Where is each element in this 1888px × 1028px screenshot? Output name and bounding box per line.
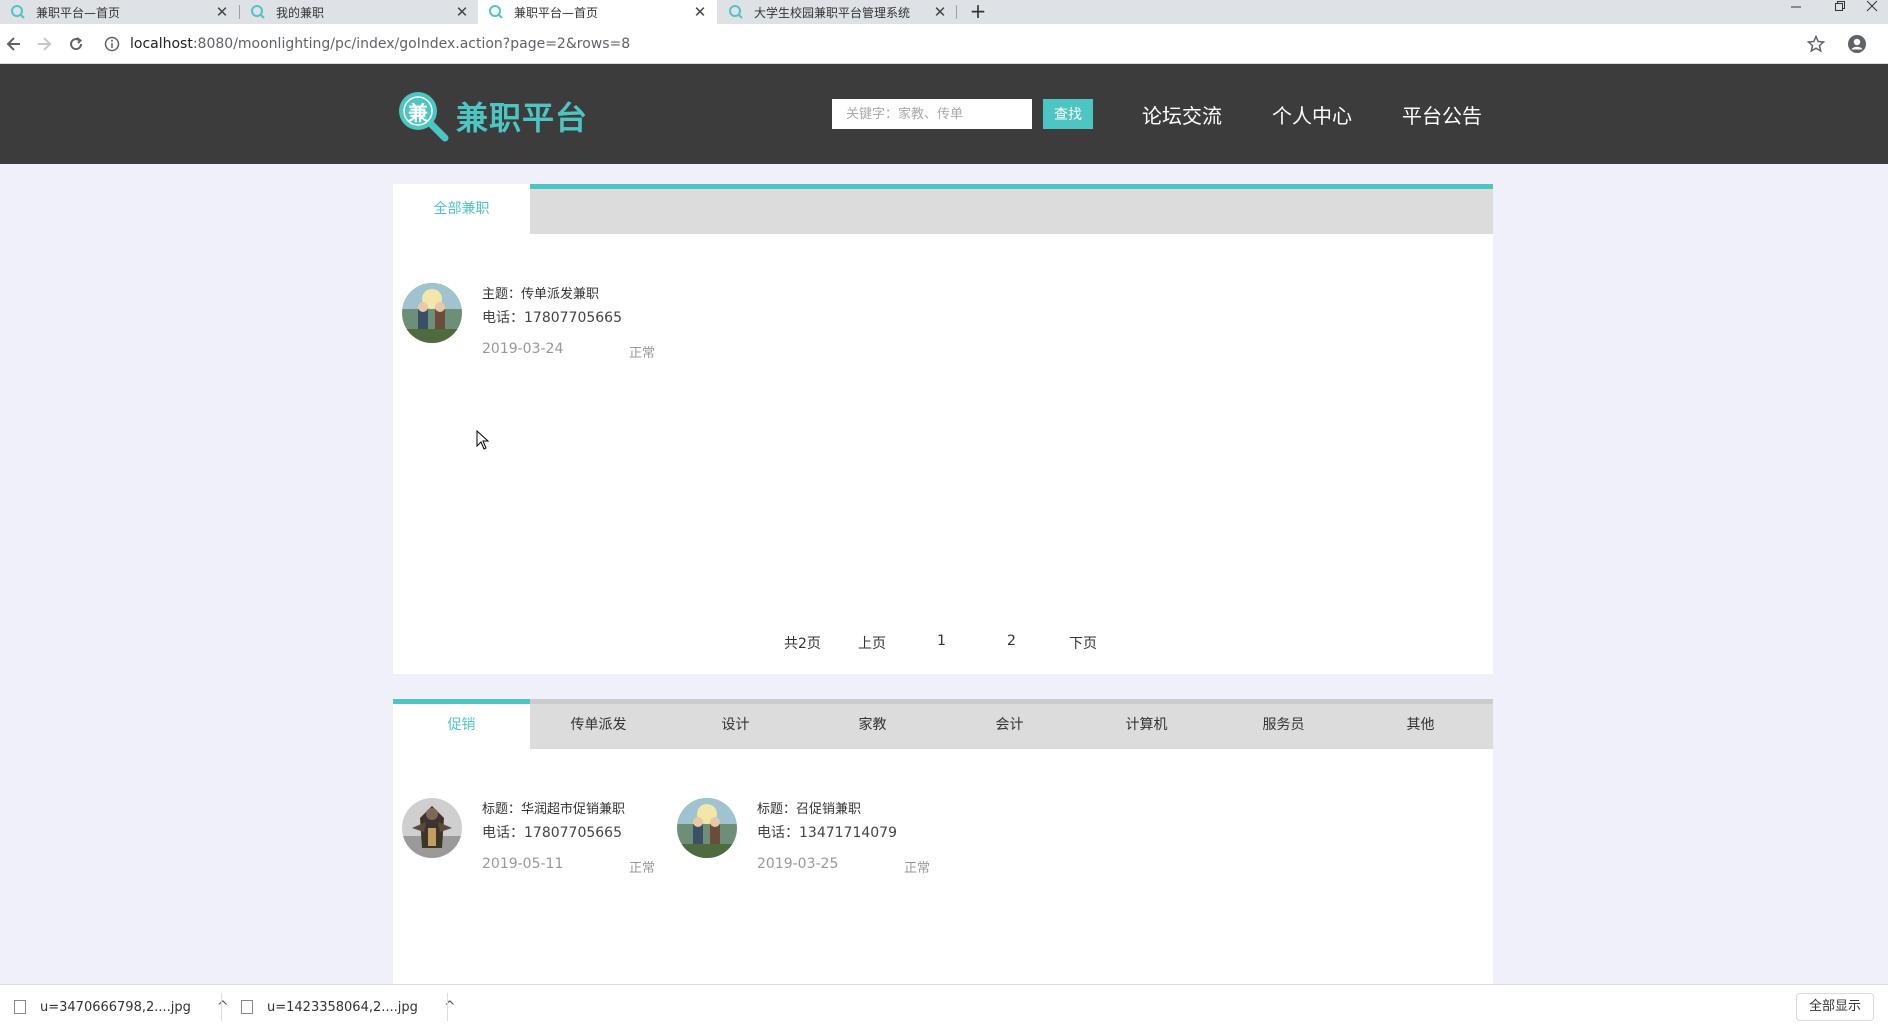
search-icon xyxy=(11,5,25,19)
tab-promotion[interactable]: 促销 xyxy=(393,699,530,749)
forward-icon[interactable] xyxy=(32,32,56,56)
nav-announcements[interactable]: 平台公告 xyxy=(1402,100,1482,129)
search-input[interactable] xyxy=(832,99,1032,129)
info-icon[interactable] xyxy=(102,34,122,54)
file-icon xyxy=(14,1000,26,1014)
browser-tab-1[interactable]: 兼职平台—首页 ✕ xyxy=(0,0,239,24)
tab-title: 兼职平台—首页 xyxy=(36,5,121,20)
pager-prev[interactable]: 上页 xyxy=(858,633,886,653)
job-title[interactable]: 主题：传单派发兼职 xyxy=(482,283,599,302)
download-divider xyxy=(221,993,222,1021)
download-item-1[interactable]: u=3470666798,2....jpg ^ xyxy=(14,985,229,1028)
logo-glyph: 兼 xyxy=(408,101,428,125)
browser-tab-2[interactable]: 我的兼职 ✕ xyxy=(240,0,479,24)
site-logo[interactable]: 兼 兼职平台 xyxy=(396,89,588,143)
job-avatar xyxy=(402,798,462,858)
tab-all-jobs[interactable]: 全部兼职 xyxy=(393,184,530,234)
pager-next[interactable]: 下页 xyxy=(1069,633,1097,653)
download-item-2[interactable]: u=1423358064,2....jpg ^ xyxy=(241,985,456,1028)
job-phone: 电话：17807705665 xyxy=(482,310,622,326)
mouse-cursor-icon xyxy=(476,430,490,450)
all-jobs-panel: 全部兼职 主题：传单派发兼职 电话：17807705665 2019-03-24… xyxy=(393,184,1493,674)
site-header: 兼 兼职平台 查找 论坛交流 个人中心 平台公告 xyxy=(0,64,1888,164)
reload-icon[interactable] xyxy=(64,32,88,56)
job-status: 正常 xyxy=(629,861,656,876)
search-icon xyxy=(489,5,503,19)
job-status: 正常 xyxy=(629,346,656,361)
download-divider xyxy=(447,993,448,1021)
tab-flyers[interactable]: 传单派发 xyxy=(530,699,667,749)
bookmark-star-icon[interactable] xyxy=(1804,32,1828,56)
browser-tab-4[interactable]: 大学生校园兼职平台管理系统 ✕ xyxy=(718,0,957,24)
url-path: :8080/moonlighting/pc/index/goIndex.acti… xyxy=(192,36,631,52)
close-icon[interactable]: ✕ xyxy=(929,3,951,21)
search-icon xyxy=(729,5,743,19)
profile-icon[interactable] xyxy=(1845,32,1869,56)
search-icon xyxy=(251,5,265,19)
logo-magnifier-icon: 兼 xyxy=(396,89,450,143)
new-tab-button[interactable]: + xyxy=(966,0,990,24)
category-jobs-panel: 促销 传单派发 设计 家教 会计 计算机 服务员 其他 标题：华润超市促销兼职 … xyxy=(393,699,1493,984)
nav-forum[interactable]: 论坛交流 xyxy=(1142,100,1222,129)
job-avatar xyxy=(677,798,737,858)
nav-profile[interactable]: 个人中心 xyxy=(1272,100,1352,129)
file-icon xyxy=(241,1000,253,1014)
tab-computer[interactable]: 计算机 xyxy=(1078,699,1215,749)
tab-divider xyxy=(956,5,957,19)
all-jobs-tabs: 全部兼职 xyxy=(393,184,1493,234)
job-phone: 电话：13471714079 xyxy=(757,825,897,841)
job-title[interactable]: 标题：华润超市促销兼职 xyxy=(482,798,625,817)
logo-text: 兼职平台 xyxy=(456,99,589,137)
job-title[interactable]: 标题：召促销兼职 xyxy=(757,798,861,817)
download-bar: u=3470666798,2....jpg ^ u=1423358064,2..… xyxy=(0,984,1888,1028)
close-icon[interactable]: ✕ xyxy=(211,3,233,21)
job-date: 2019-05-11 xyxy=(482,856,564,872)
tab-other[interactable]: 其他 xyxy=(1352,699,1489,749)
pager-page-1[interactable]: 1 xyxy=(937,633,946,649)
chevron-up-icon[interactable]: ^ xyxy=(217,999,229,1015)
close-window-icon[interactable] xyxy=(1856,0,1888,18)
minimize-icon[interactable] xyxy=(1776,0,1816,18)
search-button[interactable]: 查找 xyxy=(1043,99,1093,129)
show-all-downloads-button[interactable]: 全部显示 xyxy=(1796,993,1874,1021)
category-tabs: 促销 传单派发 设计 家教 会计 计算机 服务员 其他 xyxy=(393,699,1493,749)
download-filename: u=1423358064,2....jpg xyxy=(267,999,418,1015)
job-date: 2019-03-25 xyxy=(757,856,839,872)
tab-waiter[interactable]: 服务员 xyxy=(1215,699,1352,749)
job-card[interactable]: 主题：传单派发兼职 电话：17807705665 2019-03-24 正常 xyxy=(393,283,663,363)
job-phone: 电话：17807705665 xyxy=(482,825,622,841)
job-date: 2019-03-24 xyxy=(482,341,564,357)
address-bar: localhost:8080/moonlighting/pc/index/goI… xyxy=(0,24,1888,64)
url-host: localhost xyxy=(130,36,193,52)
url-field[interactable]: localhost:8080/moonlighting/pc/index/goI… xyxy=(102,29,1822,59)
job-card[interactable]: 标题：华润超市促销兼职 电话：17807705665 2019-05-11 正常 xyxy=(393,798,663,878)
tab-accounting[interactable]: 会计 xyxy=(941,699,1078,749)
browser-tab-3[interactable]: 兼职平台—首页 ✕ xyxy=(478,0,717,24)
job-status: 正常 xyxy=(904,861,931,876)
close-icon[interactable]: ✕ xyxy=(451,3,473,21)
tab-title: 兼职平台—首页 xyxy=(514,5,599,20)
close-icon[interactable]: ✕ xyxy=(689,3,711,21)
pager-page-2[interactable]: 2 xyxy=(1007,633,1016,649)
pager-total: 共2页 xyxy=(784,636,821,652)
tab-title: 我的兼职 xyxy=(276,5,325,20)
job-avatar xyxy=(402,283,462,343)
restore-icon[interactable] xyxy=(1820,0,1860,18)
back-icon[interactable] xyxy=(2,32,26,56)
job-card[interactable]: 标题：召促销兼职 电话：13471714079 2019-03-25 正常 xyxy=(668,798,938,878)
chevron-up-icon[interactable]: ^ xyxy=(444,999,456,1015)
browser-tab-bar: 兼职平台—首页 ✕ 我的兼职 ✕ 兼职平台—首页 ✕ 大学生校园兼职平台管理系统… xyxy=(0,0,1888,24)
tab-title: 大学生校园兼职平台管理系统 xyxy=(754,5,911,20)
tab-design[interactable]: 设计 xyxy=(667,699,804,749)
download-filename: u=3470666798,2....jpg xyxy=(40,999,191,1015)
tab-tutoring[interactable]: 家教 xyxy=(804,699,941,749)
